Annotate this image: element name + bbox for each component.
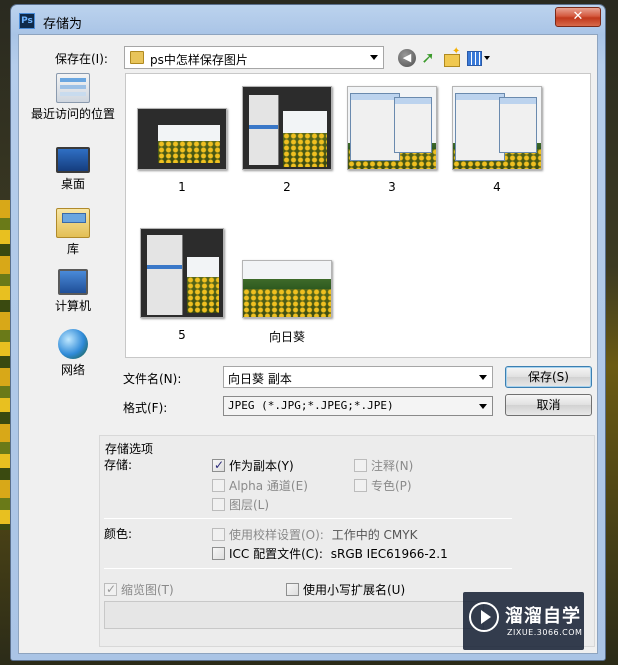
up-folder-icon[interactable]: ➚ — [419, 49, 437, 67]
file-list[interactable]: 1 2 3 4 5 向日葵 — [125, 73, 591, 358]
file-name: 3 — [388, 180, 396, 194]
format-value: JPEG (*.JPG;*.JPEG;*.JPE) — [228, 399, 394, 412]
dropdown-arrow-icon[interactable] — [479, 375, 487, 380]
watermark-logo: 溜溜自学 ZIXUE.3066.COM — [463, 592, 584, 650]
separator — [104, 568, 512, 569]
file-thumbnail — [347, 86, 437, 170]
checkbox-box[interactable] — [354, 459, 367, 472]
checkbox-box[interactable] — [212, 547, 225, 560]
back-icon[interactable]: ◀ — [398, 49, 416, 67]
play-logo-icon — [469, 602, 499, 632]
file-name: 4 — [493, 180, 501, 194]
checkbox-box[interactable] — [212, 498, 225, 511]
filename-input[interactable]: 向日葵 副本 — [223, 366, 493, 388]
file-item[interactable]: 5 — [134, 228, 230, 342]
save-in-dropdown[interactable]: ps中怎样保存图片 — [124, 46, 384, 69]
group-title: 存储选项 — [105, 442, 154, 456]
format-label: 格式(F): — [123, 401, 168, 415]
file-item[interactable]: 1 — [134, 108, 230, 194]
current-folder-name: ps中怎样保存图片 — [150, 53, 248, 67]
file-thumbnail — [452, 86, 542, 170]
icc-profile-value: sRGB IEC61966-2.1 — [330, 547, 448, 561]
as-copy-checkbox[interactable]: 作为副本(Y) — [212, 457, 294, 474]
folder-icon — [130, 51, 144, 64]
checkbox-box[interactable] — [354, 479, 367, 492]
file-thumbnail — [140, 228, 224, 318]
separator — [104, 518, 512, 519]
notes-checkbox[interactable]: 注释(N) — [354, 458, 413, 474]
thumbnail-checkbox[interactable]: 缩览图(T) — [104, 581, 174, 598]
dialog-body: 保存在(I): ps中怎样保存图片 ◀ ➚ 最近访问的位置 桌面 库 — [18, 34, 598, 654]
place-label: 最近访问的位置 — [30, 107, 115, 121]
photoshop-app-icon: Ps — [19, 13, 35, 29]
file-name: 向日葵 — [268, 330, 305, 344]
places-bar: 最近访问的位置 桌面 库 计算机 网络 — [21, 73, 125, 428]
views-menu-icon[interactable] — [466, 49, 492, 67]
checkbox-label: ICC 配置文件(C): — [229, 547, 323, 561]
checkbox-box[interactable] — [212, 528, 225, 541]
place-label: 桌面 — [60, 177, 85, 191]
filename-value: 向日葵 副本 — [228, 372, 292, 386]
checkbox-label: 图层(L) — [229, 498, 270, 512]
file-item[interactable]: 3 — [344, 86, 440, 194]
file-item[interactable]: 4 — [449, 86, 545, 194]
dialog-title: 存储为 — [43, 17, 83, 32]
place-library[interactable]: 库 — [21, 208, 125, 257]
file-thumbnail — [242, 260, 332, 318]
network-icon — [58, 329, 88, 359]
close-button[interactable]: ✕ — [555, 7, 601, 27]
save-in-label: 保存在(I): — [55, 52, 108, 66]
store-label: 存储: — [104, 458, 133, 472]
info-box — [104, 601, 484, 629]
checkbox-label: Alpha 通道(E) — [229, 479, 308, 493]
cancel-button[interactable]: 取消 — [505, 394, 592, 416]
lowercase-extension-checkbox[interactable]: 使用小写扩展名(U) — [286, 582, 405, 598]
checkbox-box[interactable] — [104, 581, 117, 597]
checkbox-label: 专色(P) — [371, 479, 412, 493]
new-folder-icon[interactable] — [443, 46, 461, 67]
alpha-channel-checkbox[interactable]: Alpha 通道(E) — [212, 478, 308, 494]
place-desktop[interactable]: 桌面 — [21, 147, 125, 192]
spot-color-checkbox[interactable]: 专色(P) — [354, 478, 412, 494]
file-thumbnail — [137, 108, 227, 170]
dropdown-arrow-icon[interactable] — [370, 55, 378, 60]
watermark-subtitle: ZIXUE.3066.COM — [507, 628, 583, 637]
proof-profile-value: 工作中的 CMYK — [331, 528, 418, 542]
format-dropdown[interactable]: JPEG (*.JPG;*.JPEG;*.JPE) — [223, 396, 493, 416]
icc-profile-checkbox[interactable]: ICC 配置文件(C): sRGB IEC61966-2.1 — [212, 546, 448, 562]
file-thumbnail — [242, 86, 332, 170]
checkbox-label: 缩览图(T) — [121, 583, 174, 597]
checkbox-box[interactable] — [212, 457, 225, 473]
checkbox-label: 作为副本(Y) — [229, 459, 294, 473]
checkbox-label: 使用小写扩展名(U) — [303, 583, 406, 597]
library-icon — [56, 208, 90, 238]
checkbox-label: 使用校样设置(O): — [229, 528, 324, 542]
computer-icon — [58, 269, 88, 295]
file-name: 5 — [178, 328, 186, 342]
desktop-icon — [56, 147, 90, 173]
checkbox-label: 注释(N) — [371, 459, 414, 473]
place-label: 网络 — [60, 363, 85, 377]
save-button[interactable]: 保存(S) — [505, 366, 592, 388]
checkbox-box[interactable] — [286, 583, 299, 596]
filename-label: 文件名(N): — [123, 372, 182, 386]
color-label: 颜色: — [104, 527, 133, 541]
title-bar[interactable]: Ps 存储为 ✕ — [11, 5, 605, 33]
place-recent[interactable]: 最近访问的位置 — [21, 73, 125, 122]
save-as-dialog: Ps 存储为 ✕ 保存在(I): ps中怎样保存图片 ◀ ➚ 最近访问的位置 桌… — [10, 4, 606, 661]
layers-checkbox[interactable]: 图层(L) — [212, 497, 269, 513]
file-name: 1 — [178, 180, 186, 194]
proof-setup-checkbox[interactable]: 使用校样设置(O): 工作中的 CMYK — [212, 527, 417, 543]
file-name: 2 — [283, 180, 291, 194]
place-network[interactable]: 网络 — [21, 329, 125, 378]
place-label: 库 — [66, 242, 79, 256]
file-item[interactable]: 2 — [239, 86, 335, 194]
recent-places-icon — [56, 73, 90, 103]
checkbox-box[interactable] — [212, 479, 225, 492]
dropdown-arrow-icon[interactable] — [479, 404, 487, 409]
place-label: 计算机 — [54, 299, 91, 313]
file-item[interactable]: 向日葵 — [239, 260, 335, 345]
place-computer[interactable]: 计算机 — [21, 269, 125, 314]
watermark-title: 溜溜自学 — [505, 606, 581, 627]
